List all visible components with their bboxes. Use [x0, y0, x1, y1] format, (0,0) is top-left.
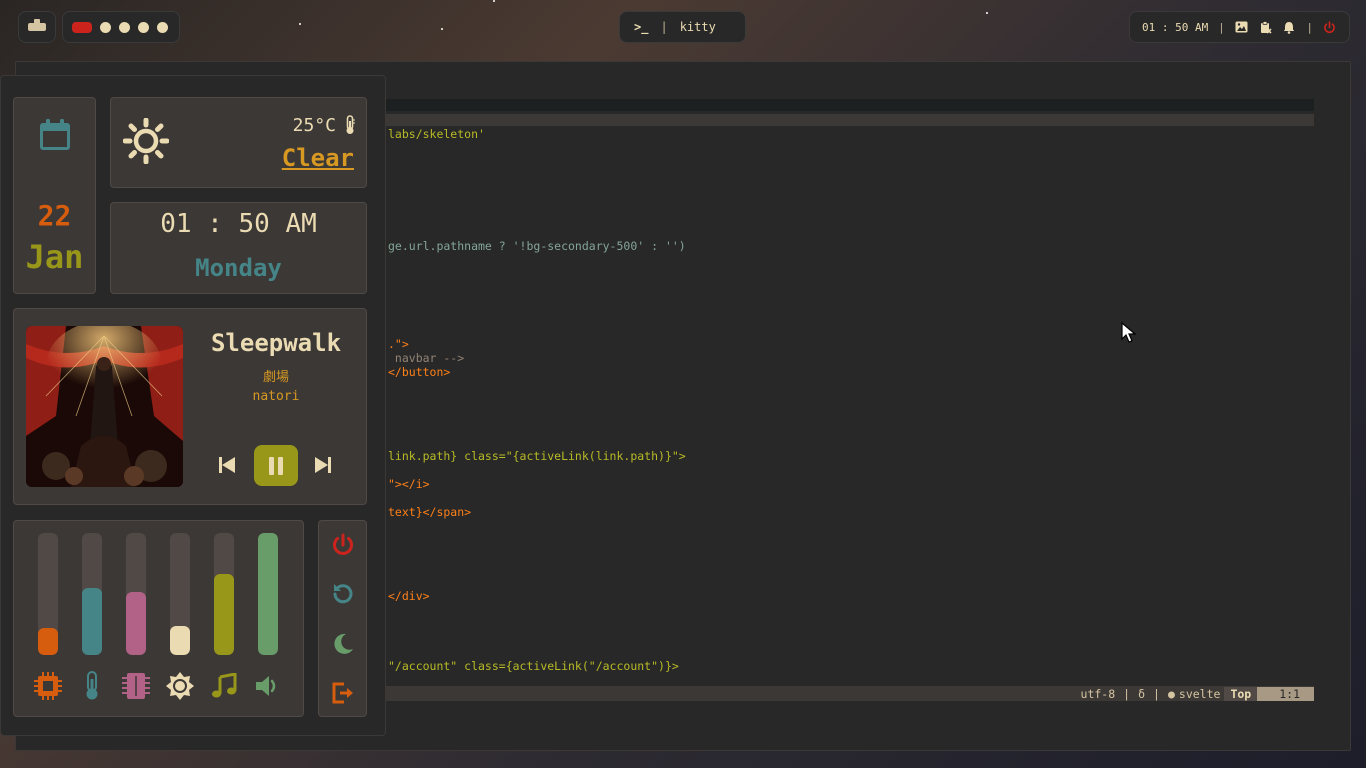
launcher-icon	[28, 19, 46, 31]
workspace-4[interactable]	[138, 21, 149, 33]
date-widget: 22 Jan	[13, 97, 96, 294]
brightness-level	[170, 625, 190, 655]
status-position: 1:1	[1257, 686, 1314, 701]
code-line: </button>	[388, 365, 451, 379]
play-pause-button[interactable]	[254, 445, 298, 486]
calendar-icon	[40, 119, 70, 150]
clock-weekday: Monday	[195, 254, 282, 282]
weather-widget: 25°C Clear	[110, 97, 367, 188]
code-line: ge.url.pathname ? '!bg-secondary-500' : …	[388, 239, 686, 253]
code-line: .">	[388, 337, 409, 351]
launcher-button[interactable]	[18, 11, 56, 43]
pause-icon	[269, 456, 283, 475]
memory-icon	[121, 671, 151, 701]
cpu-level	[38, 628, 58, 655]
clock-widget: 01 : 50 AM Monday	[110, 202, 367, 294]
tray-clock: 01 : 50 AM	[1142, 20, 1209, 34]
power-icon[interactable]	[1323, 20, 1337, 34]
volume-slider[interactable]	[258, 533, 278, 655]
thermometer-icon	[346, 115, 355, 134]
separator: |	[660, 20, 668, 34]
reboot-button[interactable]	[329, 580, 357, 608]
editor-statusline: utf-8 | δ | ● svelte Top 1:1	[386, 686, 1314, 701]
weather-condition: Clear	[281, 144, 354, 172]
logout-button[interactable]	[329, 679, 357, 707]
mouse-cursor-icon	[1121, 322, 1137, 343]
temperature-level	[82, 587, 102, 655]
music-player: Sleepwalk 劇場 natori	[13, 308, 367, 505]
separator: |	[1306, 20, 1314, 34]
separator: |	[1123, 686, 1131, 701]
shutdown-button[interactable]	[329, 531, 357, 559]
workspace-switcher	[62, 11, 180, 43]
window-title: kitty	[679, 20, 716, 34]
music-volume-slider[interactable]	[214, 533, 234, 655]
next-track-button[interactable]	[310, 452, 336, 478]
separator: |	[1153, 686, 1160, 701]
separator: |	[1218, 20, 1225, 34]
status-filetype: svelte	[1178, 686, 1221, 701]
brightness-icon	[165, 671, 195, 701]
track-title: Sleepwalk	[210, 329, 342, 357]
moon-icon	[334, 633, 353, 654]
sleep-button[interactable]	[329, 630, 357, 658]
workspace-1[interactable]	[72, 21, 92, 33]
next-icon	[315, 457, 331, 473]
logout-icon	[332, 682, 353, 704]
code-line: navbar -->	[388, 351, 465, 365]
music-note-icon	[209, 671, 239, 701]
code-line: labs/skeleton'	[388, 127, 485, 141]
code-line: </div>	[388, 589, 430, 603]
workspace-3[interactable]	[119, 21, 130, 33]
power-icon	[333, 533, 353, 555]
system-resources-widget	[13, 520, 304, 717]
thermometer-icon	[77, 671, 107, 701]
editor-tabline	[386, 114, 1314, 126]
star-decoration	[493, 0, 495, 2]
code-line: "/account" class={activeLink("/account")…	[388, 659, 679, 673]
terminal-icon: >_	[634, 20, 649, 34]
brightness-slider[interactable]	[170, 533, 190, 655]
code-line: link.path} class="{activeLink(link.path)…	[388, 449, 686, 463]
previous-track-button[interactable]	[214, 452, 240, 478]
star-decoration	[986, 12, 988, 14]
temperature-slider[interactable]	[82, 533, 102, 655]
date-month: Jan	[25, 238, 84, 276]
sun-icon	[123, 118, 169, 164]
reboot-icon	[333, 584, 353, 604]
status-dot: ●	[1167, 686, 1175, 701]
editor-top-bar	[386, 99, 1314, 111]
workspace-5[interactable]	[157, 21, 168, 33]
dashboard-panel: 22 Jan 25°C Clear 01 : 50 AM Monday Slee…	[0, 75, 386, 736]
workspace-2[interactable]	[100, 21, 111, 33]
previous-icon	[219, 457, 235, 473]
track-album: 劇場	[262, 370, 289, 385]
volume-level	[258, 533, 278, 655]
status-encoding: utf-8	[1080, 686, 1116, 701]
clock-time: 01 : 50 AM	[160, 209, 317, 239]
active-window-indicator[interactable]: >_ | kitty	[619, 11, 746, 43]
bell-icon[interactable]	[1282, 20, 1296, 34]
track-artist: natori	[252, 389, 300, 404]
code-line: text}</span>	[388, 505, 472, 519]
cpu-icon	[33, 671, 63, 701]
system-tray: 01 : 50 AM | |	[1129, 11, 1350, 43]
album-art	[26, 326, 183, 487]
star-decoration	[441, 28, 443, 30]
memory-slider[interactable]	[126, 533, 146, 655]
cpu-slider[interactable]	[38, 533, 58, 655]
power-menu	[318, 520, 367, 717]
code-line: "></i>	[388, 477, 430, 491]
music-volume-level	[214, 574, 234, 655]
clipboard-icon[interactable]	[1259, 20, 1273, 34]
weather-temperature: 25°C	[292, 115, 336, 136]
status-glyph: δ	[1138, 686, 1146, 701]
memory-level	[126, 591, 146, 655]
star-decoration	[299, 23, 301, 25]
screenshot-icon[interactable]	[1235, 20, 1249, 34]
volume-icon	[253, 671, 283, 701]
date-day: 22	[37, 199, 72, 232]
status-scroll: Top	[1224, 686, 1258, 701]
